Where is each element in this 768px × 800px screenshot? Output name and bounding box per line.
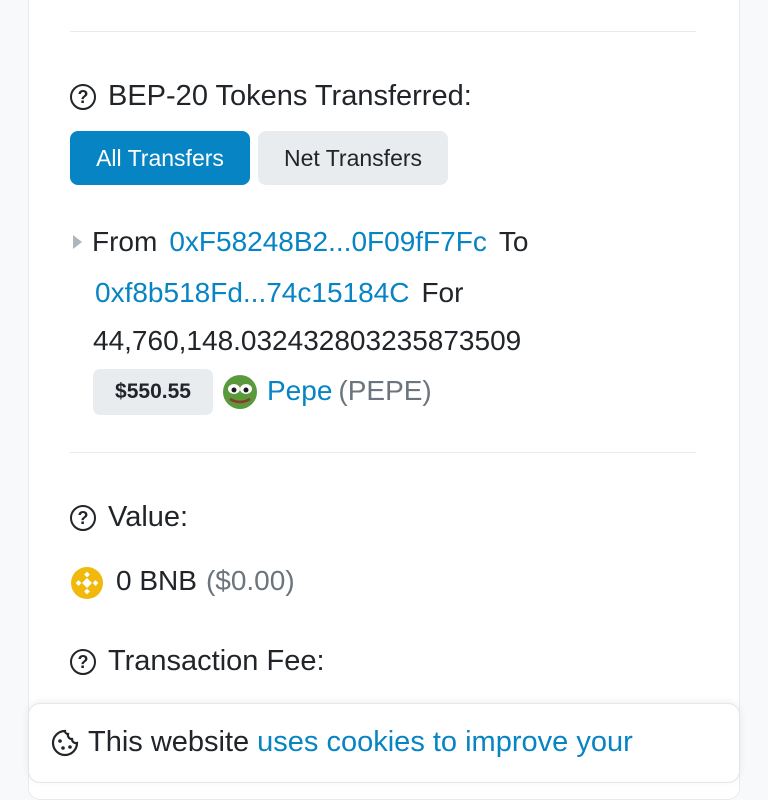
divider [70, 452, 696, 453]
from-label: From [92, 226, 158, 257]
tab-net-transfers[interactable]: Net Transfers [258, 131, 448, 185]
cookie-text-prefix: This website [88, 726, 250, 758]
value-heading: ? Value: [70, 501, 188, 534]
tab-net-transfers-label: Net Transfers [283, 144, 423, 171]
token-amount-value: 44,760,148.032432803235873509 [93, 325, 522, 356]
question-circle-icon[interactable]: ? [70, 648, 96, 675]
pepe-frog-icon [223, 375, 257, 409]
token-symbol: (PEPE) [338, 375, 432, 406]
transfer-from-line: From 0xF58248B2...0F09fF7Fc To [73, 226, 528, 258]
value-usd: ($0.00) [205, 565, 295, 596]
cookie-banner-text: This website uses cookies to improve you… [50, 726, 633, 759]
divider [70, 31, 696, 32]
bnb-coin-icon [71, 567, 103, 599]
token-name-line: Pepe (PEPE) [267, 375, 432, 407]
tab-all-transfers-label: All Transfers [96, 144, 224, 171]
transaction-fee-heading: ? Transaction Fee: [70, 645, 325, 678]
cookie-policy-link[interactable]: uses cookies to improve your [257, 726, 633, 759]
value-label: Value: [108, 501, 189, 533]
from-address-link[interactable]: 0xF58248B2...0F09fF7Fc [169, 226, 487, 258]
transfer-to-line: 0xf8b518Fd...74c15184C For [95, 277, 463, 309]
question-circle-icon[interactable]: ? [70, 83, 96, 110]
to-address-link[interactable]: 0xf8b518Fd...74c15184C [95, 277, 409, 309]
usd-value-text: $550.55 [115, 380, 191, 403]
tab-all-transfers[interactable]: All Transfers [70, 131, 250, 185]
token-name-link[interactable]: Pepe [267, 375, 332, 407]
token-amount: 44,760,148.032432803235873509 [93, 325, 521, 357]
value-amount: 0 BNB [116, 565, 197, 596]
tokens-transferred-heading: ? BEP-20 Tokens Transferred: [70, 80, 472, 113]
cookie-icon [51, 729, 79, 756]
usd-value-badge: $550.55 [93, 369, 213, 415]
expand-caret-icon[interactable] [73, 235, 82, 249]
tokens-transferred-label: BEP-20 Tokens Transferred: [108, 80, 472, 112]
transaction-fee-label: Transaction Fee: [108, 645, 325, 677]
for-label: For [421, 277, 464, 308]
value-amount-line: 0 BNB ($0.00) [116, 565, 295, 597]
question-circle-icon[interactable]: ? [70, 504, 96, 531]
to-label: To [498, 226, 529, 257]
